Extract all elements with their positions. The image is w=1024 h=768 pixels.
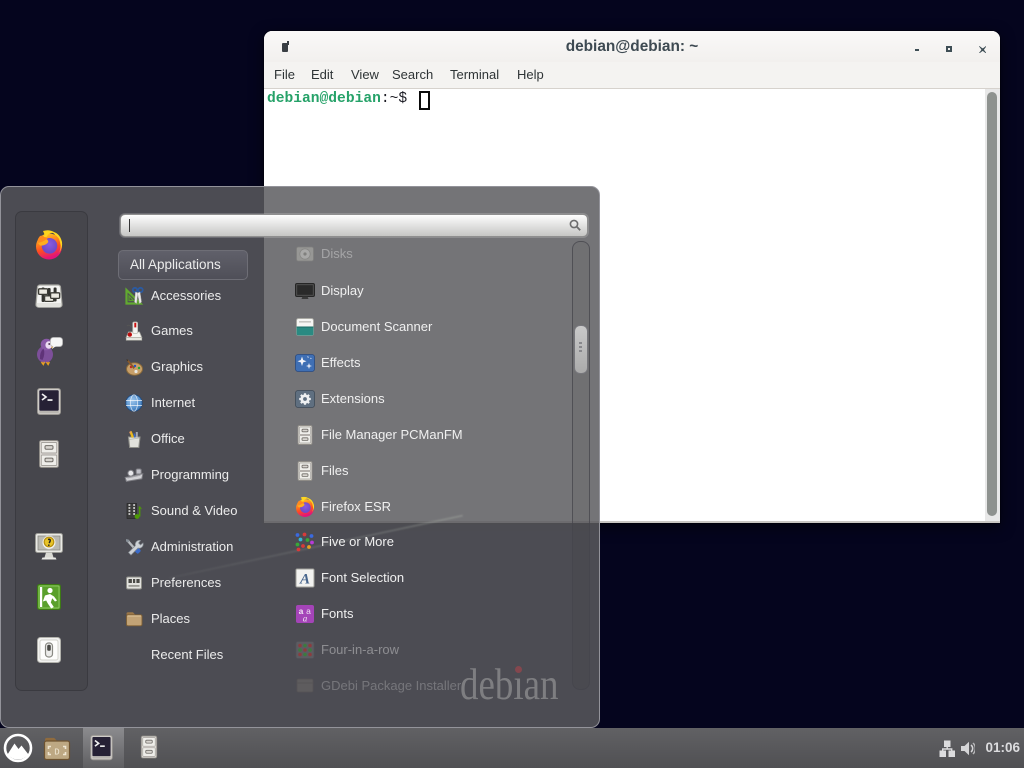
svg-text:D: D xyxy=(54,748,59,758)
svg-text:A: A xyxy=(299,572,310,588)
svg-text:a: a xyxy=(303,614,308,624)
